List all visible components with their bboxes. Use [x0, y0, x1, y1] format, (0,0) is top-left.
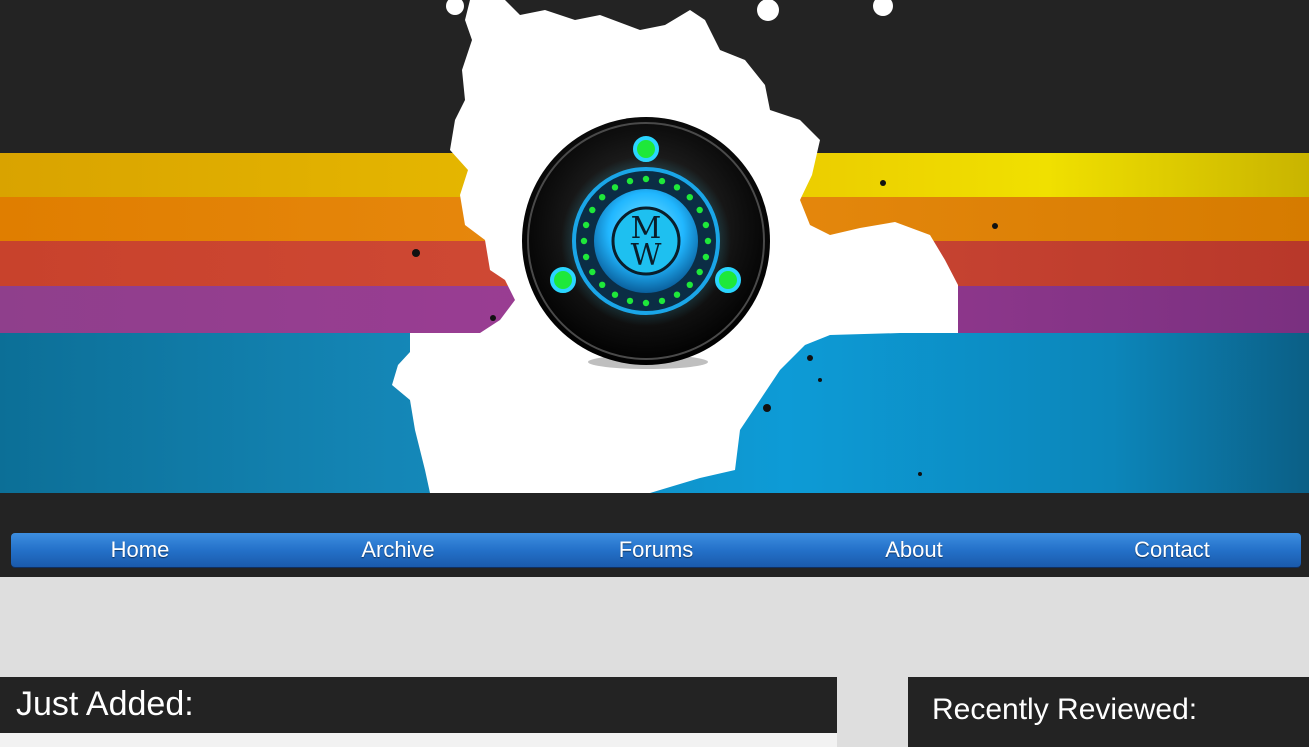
main-nav: Home Archive Forums About Contact [11, 533, 1301, 567]
logo-ring-dot [696, 206, 703, 214]
nav-contact[interactable]: Contact [1043, 533, 1301, 567]
logo-ring-dot [702, 253, 710, 261]
logo-letter-w: W [631, 238, 662, 273]
logo-ring-dot [589, 206, 596, 214]
logo-ring-dot [582, 221, 590, 229]
logo-light-left [550, 267, 576, 293]
just-added-heading: Just Added: [16, 685, 194, 723]
logo-ring-dot [704, 237, 712, 245]
logo-ring-dot [658, 177, 666, 185]
logo-ring-dot [686, 194, 693, 201]
logo-ring-dot [686, 281, 693, 288]
logo-ring-dot [626, 297, 634, 305]
nav-about[interactable]: About [785, 533, 1043, 567]
logo-ring-dot [589, 268, 596, 276]
logo-ring-dot [642, 175, 650, 183]
logo-ring-dot [582, 253, 590, 261]
logo-ring-dot [673, 291, 681, 298]
header-banner: M W [0, 0, 1309, 493]
recently-reviewed-heading: Recently Reviewed: [932, 693, 1198, 726]
nav-forums[interactable]: Forums [527, 533, 785, 567]
logo-ring-dot [702, 221, 710, 229]
nav-archive[interactable]: Archive [269, 533, 527, 567]
logo-ring-dot [580, 237, 588, 245]
recently-reviewed-section: Recently Reviewed: [908, 677, 1309, 747]
paint-splash: M W [392, 0, 998, 493]
logo-ring-dot [642, 299, 650, 307]
logo-light-top [633, 136, 659, 162]
logo-ring-dot [599, 281, 606, 288]
just-added-content [0, 733, 837, 747]
logo-ring-dot [599, 194, 606, 201]
just-added-section: Just Added: [0, 677, 837, 733]
logo-ring-dot [611, 291, 619, 298]
nav-home[interactable]: Home [11, 533, 269, 567]
logo-ring-dot [696, 268, 703, 276]
logo-ring-dot [611, 184, 619, 191]
logo-ring-dot [658, 297, 666, 305]
logo-light-right [715, 267, 741, 293]
logo-ring-dot [673, 184, 681, 191]
logo-ring-dot [626, 177, 634, 185]
